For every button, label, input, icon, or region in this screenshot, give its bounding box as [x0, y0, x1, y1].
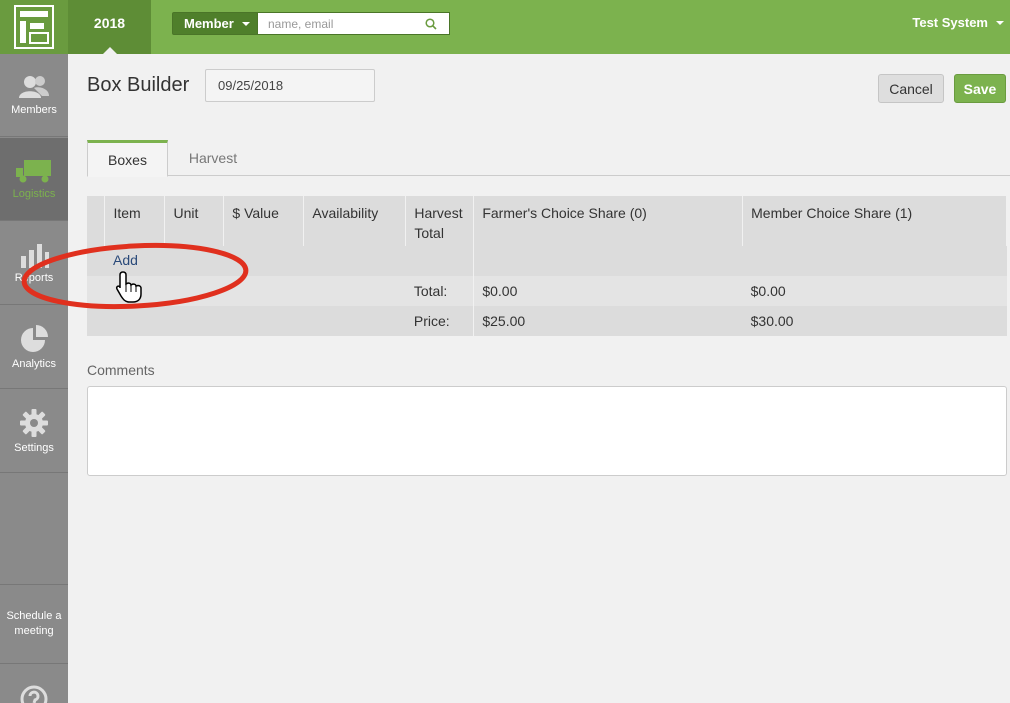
table-header-harvest-total: Harvest Total [405, 196, 475, 246]
tab-boxes[interactable]: Boxes [87, 140, 168, 177]
search-icon[interactable] [423, 16, 439, 32]
help-icon [20, 685, 48, 703]
schedule-meeting-label: Schedule a meeting [6, 610, 62, 637]
table-header-row: Item Unit $ Value Availability Harvest T… [87, 196, 1007, 246]
comments-textarea[interactable] [87, 386, 1007, 476]
table-header-value: $ Value [223, 196, 305, 246]
save-button[interactable]: Save [954, 74, 1006, 103]
table-header-unit: Unit [164, 196, 225, 246]
member-dropdown[interactable]: Member [172, 12, 258, 35]
caret-down-icon [996, 20, 1004, 25]
table-header-member-choice: Member Choice Share (1) [742, 196, 1007, 246]
help-button[interactable] [0, 684, 68, 703]
caret-down-icon [241, 21, 250, 26]
search-box [258, 12, 450, 35]
comments-label: Comments [87, 362, 155, 378]
schedule-meeting-link[interactable]: Schedule a meeting [0, 584, 68, 664]
table-header-spacer [87, 196, 106, 246]
member-dropdown-label: Member [184, 16, 234, 31]
hand-cursor-icon [116, 271, 142, 303]
pie-chart-icon [21, 325, 48, 352]
table-row-total: Total: $0.00 $0.00 [87, 276, 1007, 306]
farmers-choice-total: $0.00 [473, 276, 743, 306]
table-row-price: Price: $25.00 $30.00 [87, 306, 1007, 336]
app-logo[interactable] [0, 0, 68, 54]
page-title: Box Builder [87, 74, 190, 96]
box-table: Item Unit $ Value Availability Harvest T… [87, 196, 1007, 336]
sidebar-item-analytics[interactable]: Analytics [0, 306, 68, 389]
farmers-choice-price: $25.00 [473, 306, 743, 336]
sidebar-item-label: Members [11, 104, 57, 116]
sidebar-item-settings[interactable]: Settings [0, 390, 68, 473]
total-label: Total: [405, 276, 475, 306]
sidebar-item-label: Analytics [11, 358, 57, 370]
add-item-link[interactable]: Add [113, 252, 138, 268]
table-row-add: Add [87, 246, 1007, 276]
table-header-farmers-choice: Farmer's Choice Share (0) [473, 196, 744, 246]
bar-chart-icon [21, 244, 49, 268]
member-choice-price: $30.00 [742, 306, 1007, 336]
table-header-availability: Availability [303, 196, 407, 246]
sidebar-item-label: Reports [14, 272, 54, 284]
gear-icon [20, 409, 48, 437]
sidebar: Members Logistics Reports Analytics Sett… [0, 54, 68, 703]
user-menu-label: Test System [912, 15, 988, 30]
sidebar-item-label: Settings [14, 442, 54, 454]
sidebar-item-members[interactable]: Members [0, 54, 68, 137]
tab-harvest[interactable]: Harvest [168, 140, 258, 176]
top-bar: 2018 Member Test System [0, 0, 1010, 54]
search-input[interactable] [258, 16, 423, 31]
sidebar-item-logistics[interactable]: Logistics [0, 138, 68, 221]
sidebar-item-reports[interactable]: Reports [0, 222, 68, 305]
date-field[interactable]: 09/25/2018 [205, 69, 375, 102]
logo-icon [14, 5, 54, 49]
tab-bar: Boxes Harvest [87, 140, 1010, 177]
user-menu[interactable]: Test System [912, 15, 1004, 30]
cancel-button[interactable]: Cancel [878, 74, 944, 103]
price-label: Price: [405, 306, 475, 336]
table-header-item: Item [104, 196, 166, 246]
sidebar-item-label: Logistics [12, 188, 56, 200]
truck-icon [16, 160, 51, 183]
member-choice-total: $0.00 [742, 276, 1007, 306]
year-selector[interactable]: 2018 [68, 0, 151, 54]
members-icon [19, 76, 49, 98]
